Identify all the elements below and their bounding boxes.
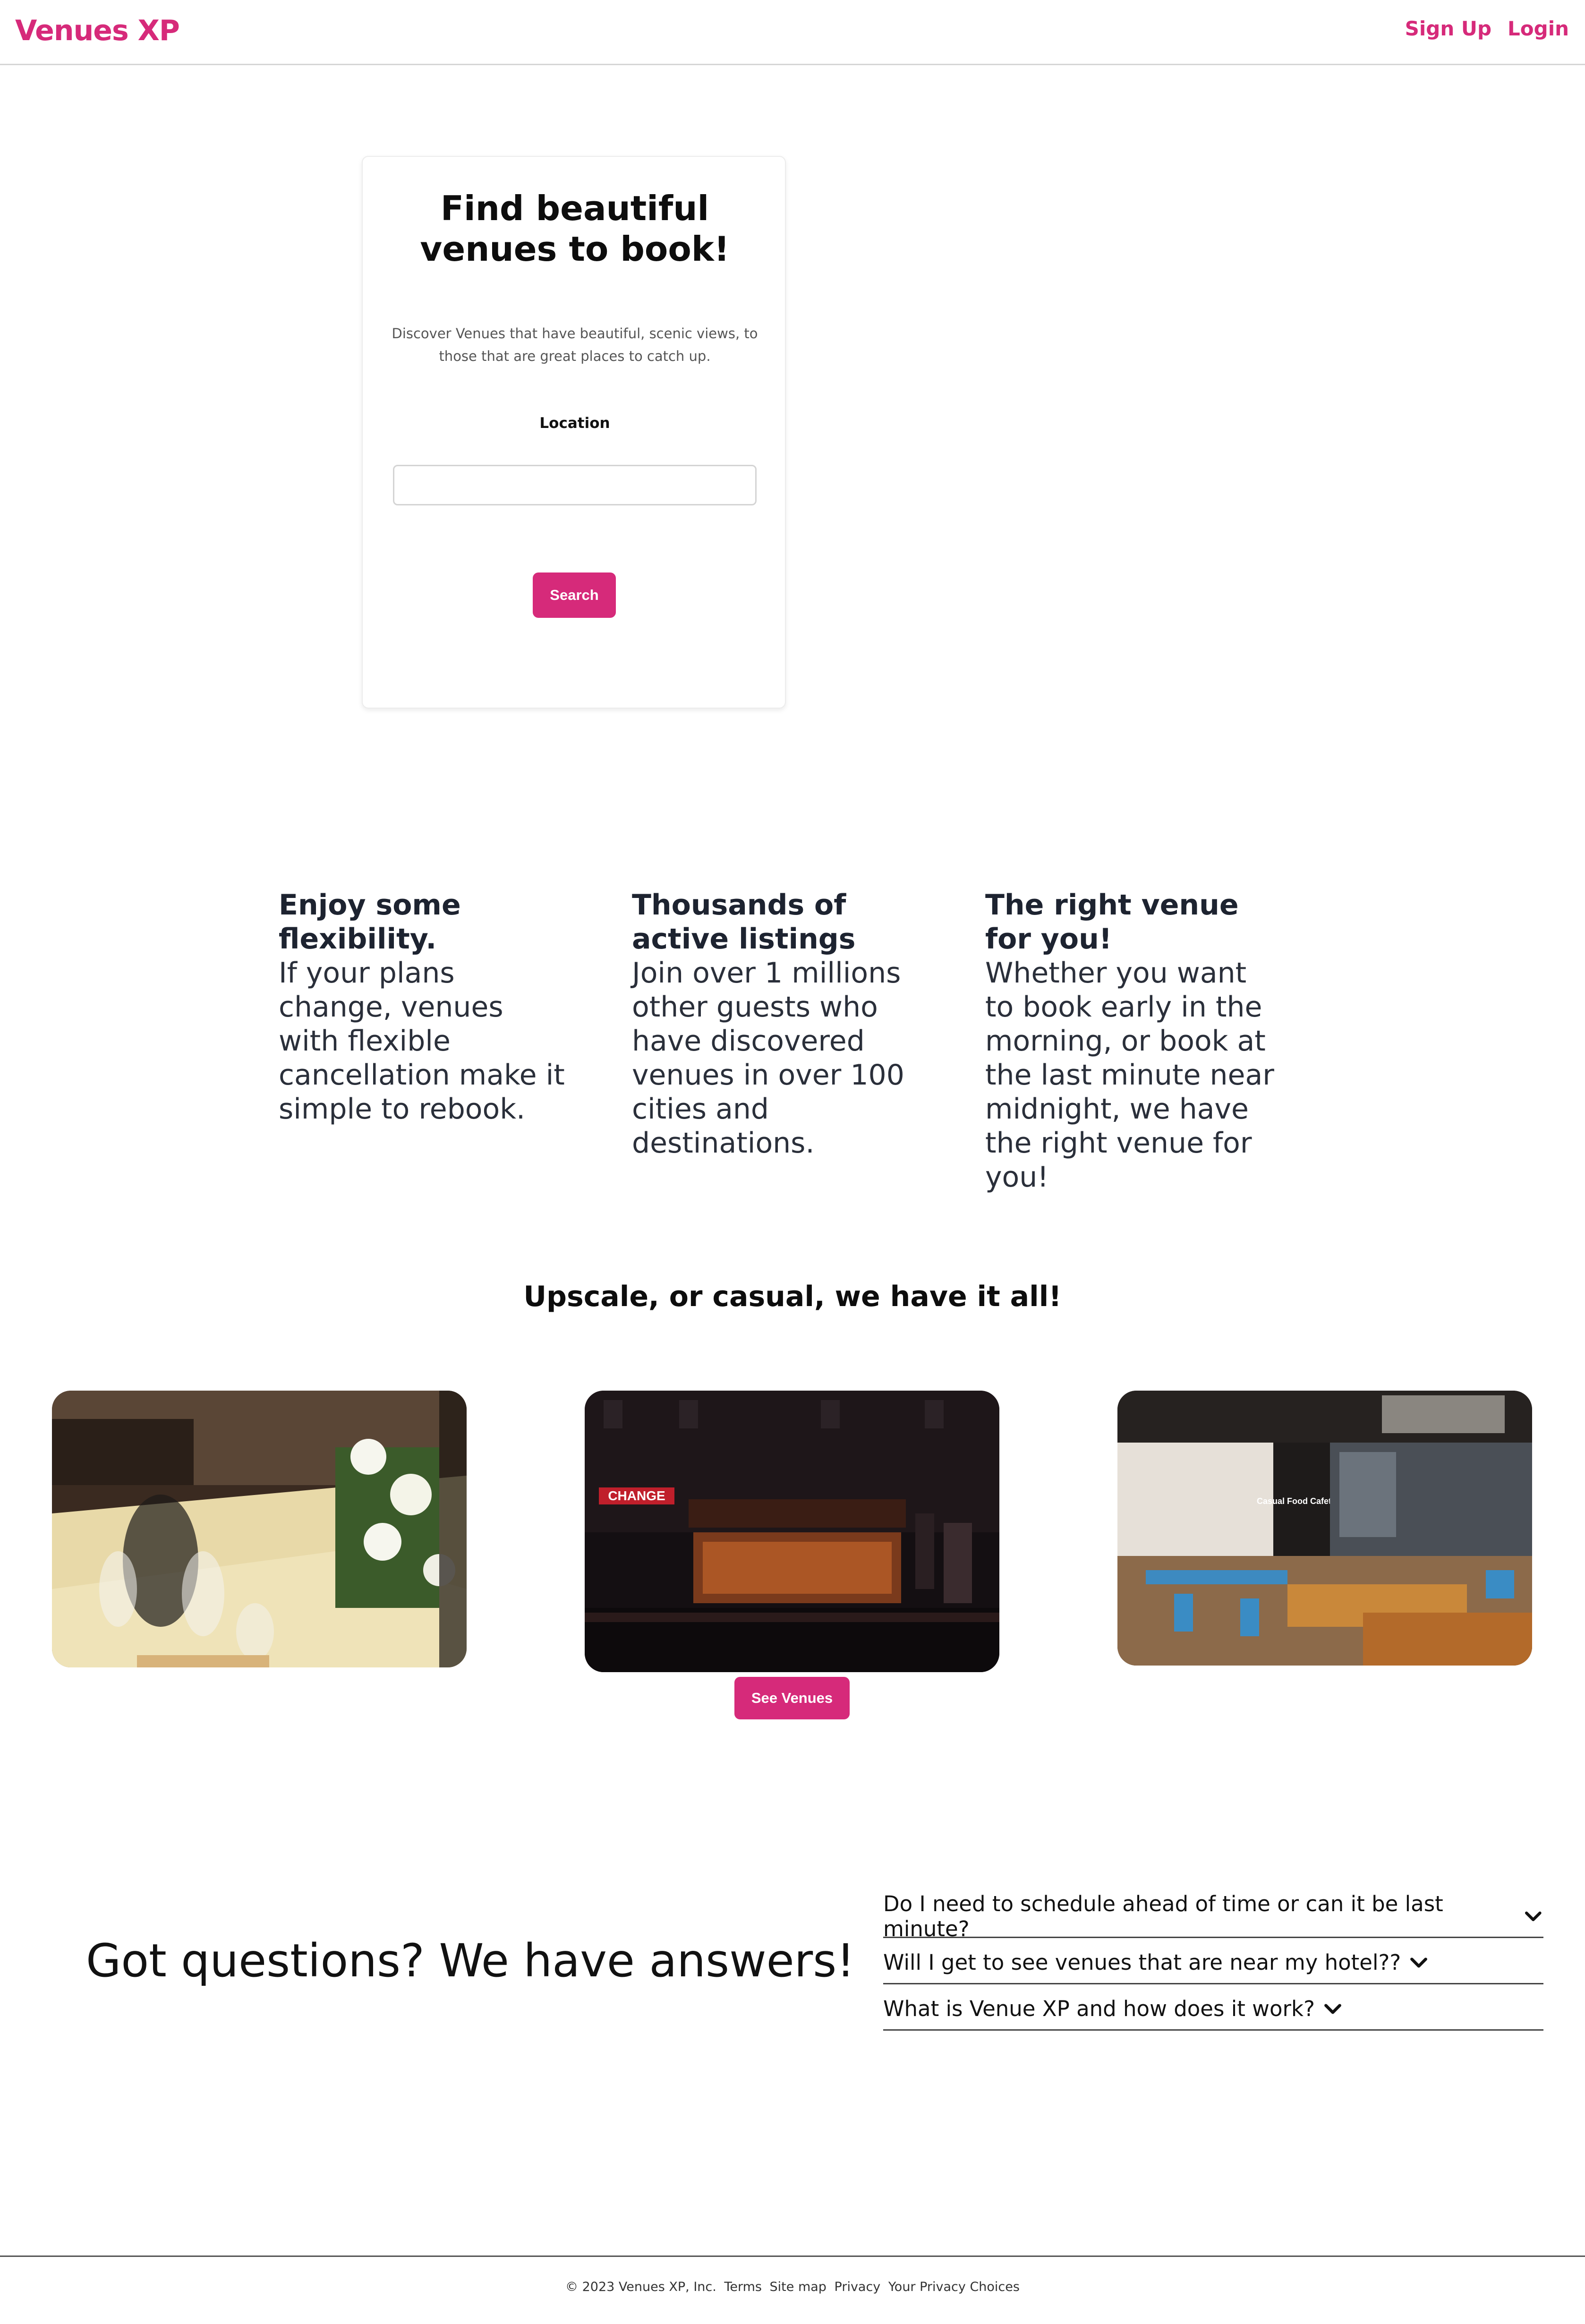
feature-body: If your plans change, venues with flexib…	[279, 957, 565, 1126]
chevron-down-icon	[1525, 1911, 1542, 1921]
feature-right-venue: The right venue for you! Whether you wan…	[985, 888, 1278, 1194]
faq-title: Got questions? We have answers!	[86, 1934, 855, 1987]
feature-title: The right venue for you!	[985, 889, 1239, 956]
login-link[interactable]: Login	[1508, 17, 1569, 40]
footer: © 2023 Venues XP, Inc. Terms Site map Pr…	[0, 2280, 1585, 2294]
location-input[interactable]	[393, 465, 757, 505]
location-label: Location	[539, 415, 610, 432]
features-section: Enjoy some flexibility. If your plans ch…	[279, 888, 1294, 1194]
footer-link-terms[interactable]: Terms	[724, 2280, 762, 2294]
signup-link[interactable]: Sign Up	[1405, 17, 1491, 40]
feature-body: Whether you want to book early in the mo…	[985, 957, 1274, 1194]
faq-list: Do I need to schedule ahead of time or c…	[883, 1891, 1543, 2031]
search-card: Find beautiful venues to book! Discover …	[362, 156, 786, 709]
top-navbar: Venues XP Sign Up Login	[0, 0, 1585, 65]
faq-item[interactable]: Do I need to schedule ahead of time or c…	[883, 1891, 1543, 1941]
feature-title: Enjoy some flexibility.	[279, 889, 461, 956]
feature-body: Join over 1 millions other guests who ha…	[632, 957, 904, 1160]
photo2-sign: CHANGE	[608, 1488, 665, 1503]
nav-links: Sign Up Login	[1405, 17, 1569, 40]
footer-copyright: © 2023 Venues XP, Inc.	[565, 2280, 716, 2294]
brand-logo[interactable]: Venues XP	[15, 14, 180, 47]
footer-link-privacy-choices[interactable]: Your Privacy Choices	[888, 2280, 1020, 2294]
see-venues-button[interactable]: See Venues	[734, 1677, 850, 1719]
feature-flexibility: Enjoy some flexibility. If your plans ch…	[279, 888, 571, 1194]
faq-question: Will I get to see venues that are near m…	[883, 1950, 1401, 1975]
search-card-description: Discover Venues that have beautiful, sce…	[392, 325, 758, 364]
search-card-title: Find beautiful venues to book!	[420, 188, 730, 269]
faq-item[interactable]: Will I get to see venues that are near m…	[883, 1938, 1543, 1984]
faq-item[interactable]: What is Venue XP and how does it work?	[883, 1984, 1543, 2031]
venue-photo-night-street: CHANGE	[585, 1391, 999, 1672]
chevron-down-icon	[1410, 1957, 1428, 1968]
footer-link-privacy[interactable]: Privacy	[835, 2280, 881, 2294]
chevron-down-icon	[1324, 2003, 1341, 2014]
feature-title: Thousands of active listings	[632, 889, 856, 956]
faq-question: What is Venue XP and how does it work?	[883, 1996, 1315, 2021]
gallery-title: Upscale, or casual, we have it all!	[523, 1280, 1062, 1313]
venue-photo-casual-cafeteria: Casual Food Cafeteria	[1117, 1391, 1532, 1666]
venue-photo-upscale-table	[52, 1391, 467, 1667]
feature-listings: Thousands of active listings Join over 1…	[632, 888, 925, 1194]
faq-question: Do I need to schedule ahead of time or c…	[883, 1891, 1443, 1941]
search-button[interactable]: Search	[533, 572, 616, 618]
footer-divider	[0, 2256, 1585, 2257]
footer-link-sitemap[interactable]: Site map	[770, 2280, 827, 2294]
